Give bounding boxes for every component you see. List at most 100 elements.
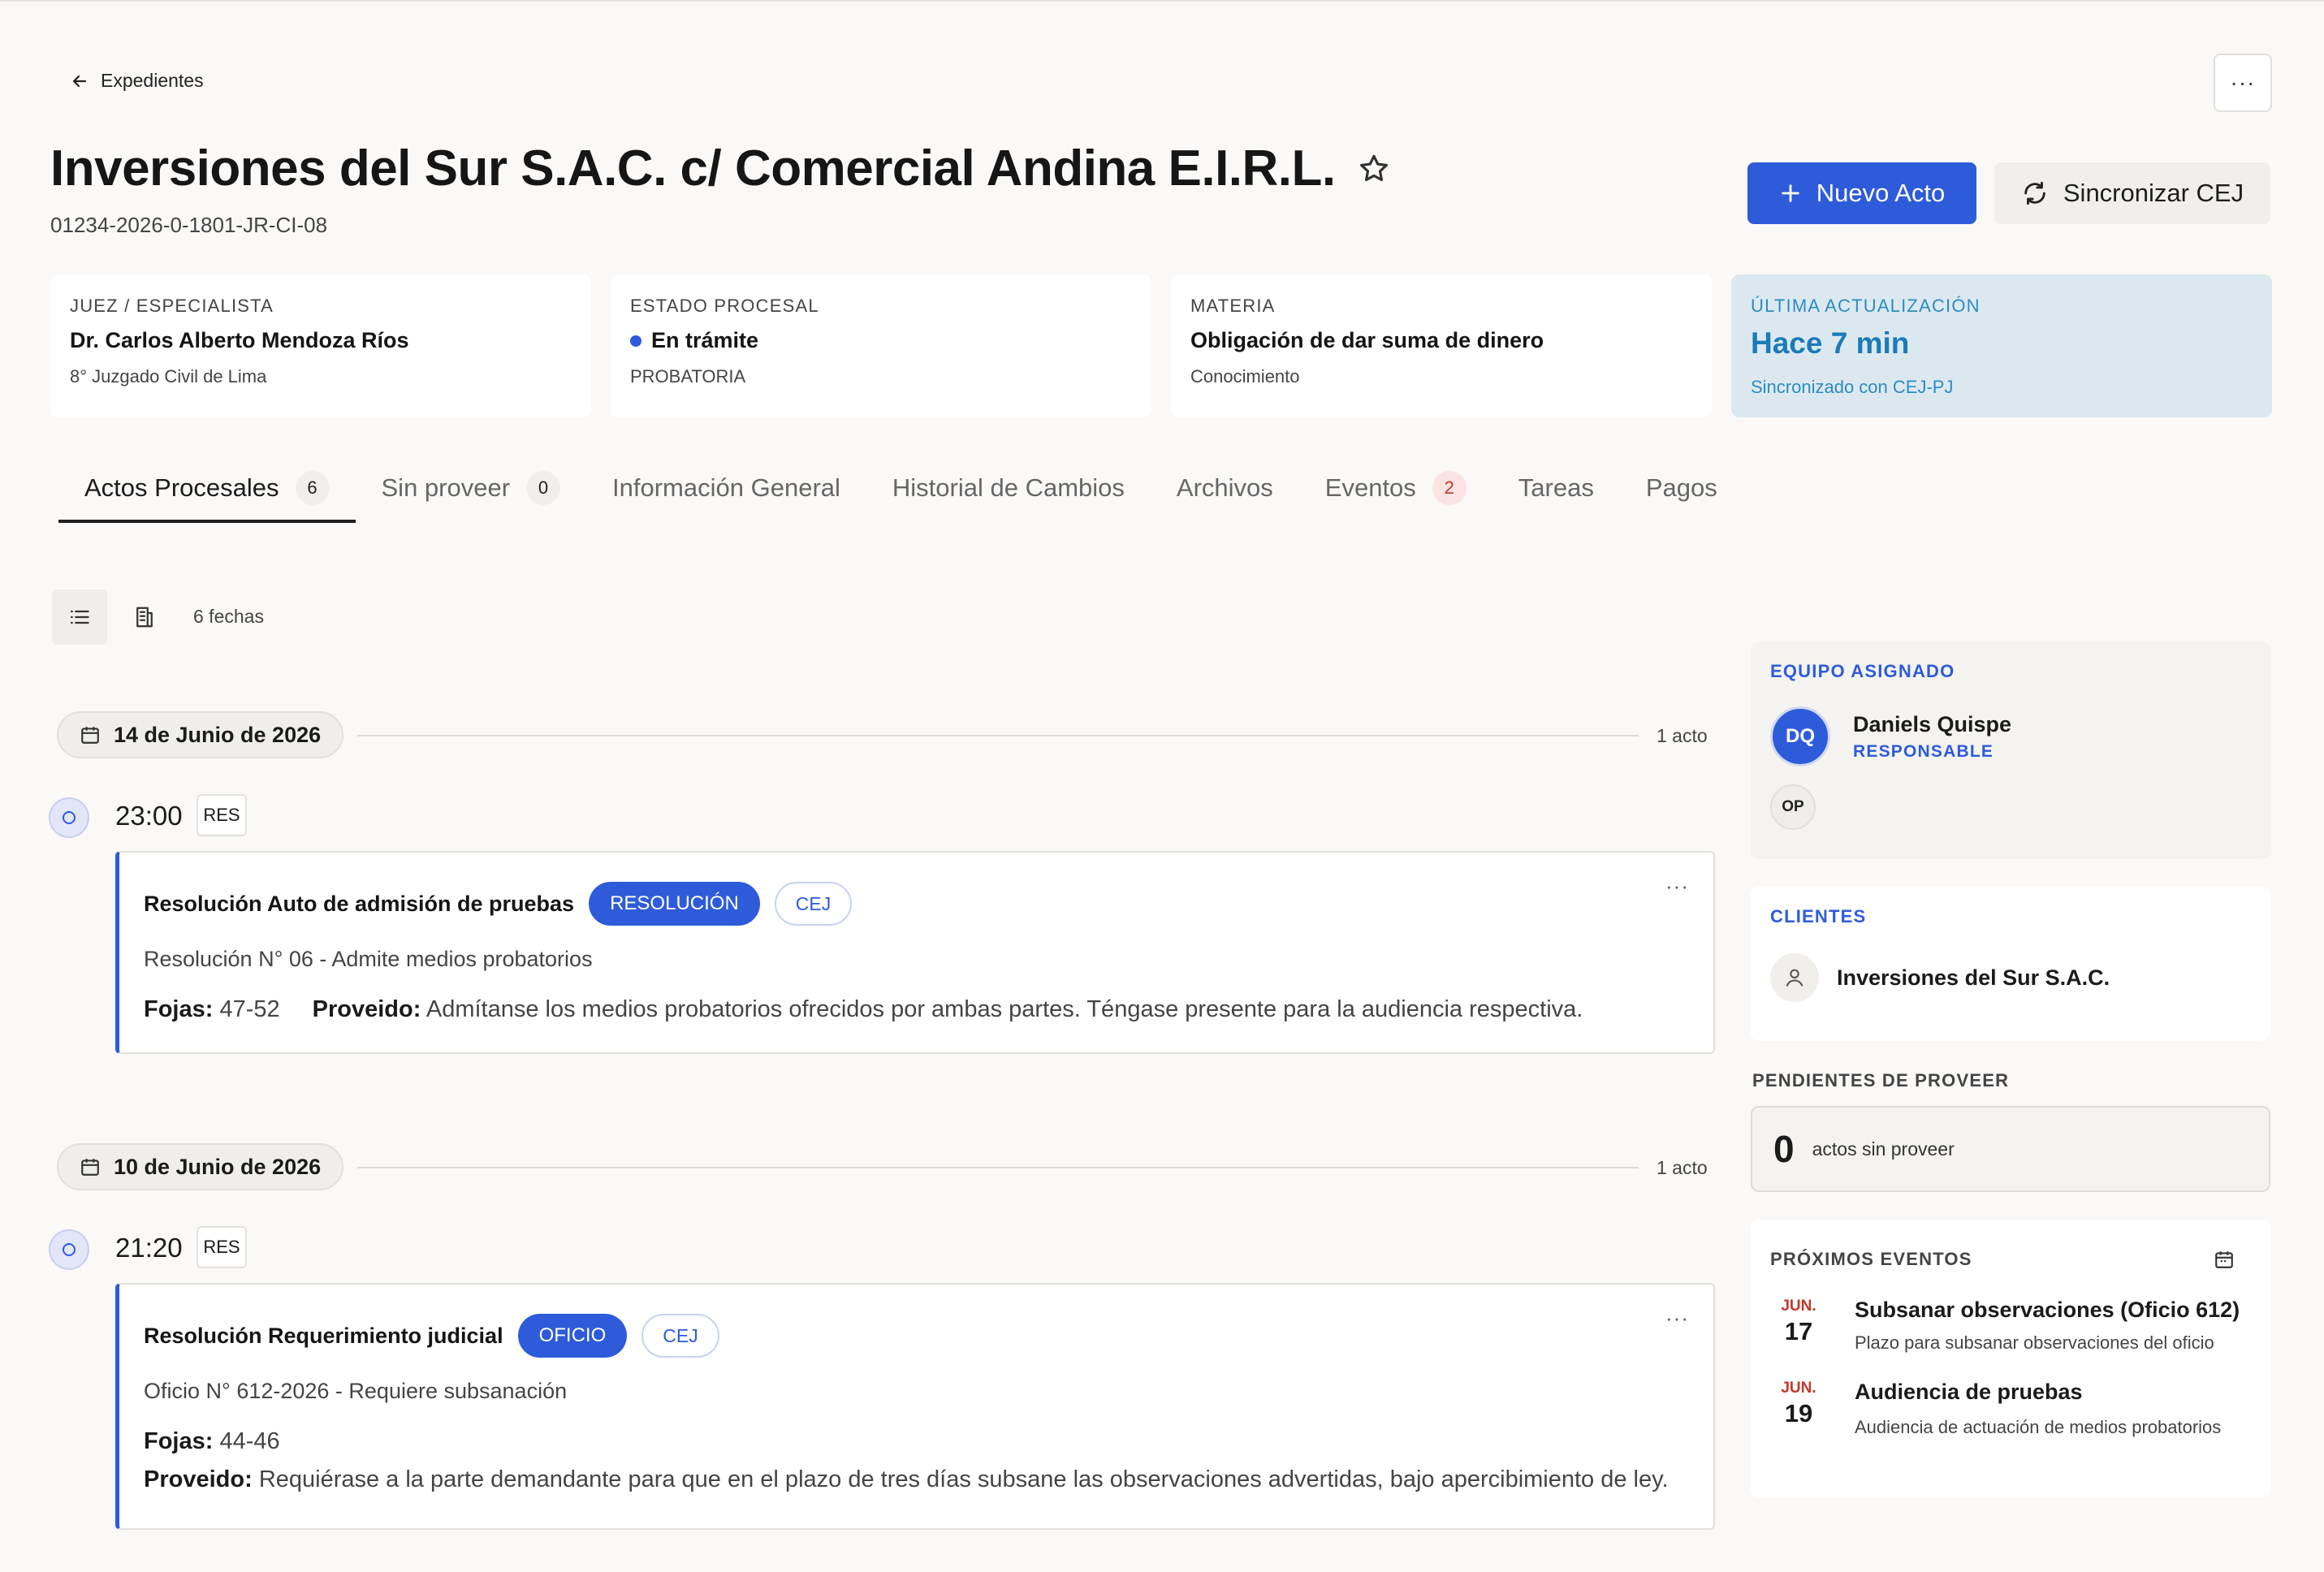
tab-tareas[interactable]: Tareas <box>1492 461 1620 515</box>
proveido-field: Proveido: Requiérase a la parte demandan… <box>144 1466 1669 1492</box>
page-title: Inversiones del Sur S.A.C. c/ Comercial … <box>50 140 1336 196</box>
act-more-button[interactable]: ··· <box>1665 1306 1689 1331</box>
calendar-icon[interactable] <box>2214 1249 2235 1270</box>
event-month: JUN. <box>1781 1380 1816 1397</box>
tab-label: Historial de Cambios <box>892 473 1125 502</box>
fojas-field: Fojas: 44-46 <box>144 1428 280 1454</box>
act-subtitle: Oficio N° 612-2026 - Requiere subsanació… <box>144 1379 568 1403</box>
node-circle-icon <box>63 1243 76 1256</box>
act-type-badge: RESOLUCIÓN <box>589 882 760 926</box>
state-card: ESTADO PROCESAL En trámite PROBATORIA <box>611 274 1151 417</box>
clients-card: CLIENTES Inversiones del Sur S.A.C. <box>1751 887 2270 1041</box>
tab-label: Actos Procesales <box>84 473 279 502</box>
node-circle-icon <box>63 811 76 824</box>
date-pill: 10 de Junio de 2026 <box>57 1143 344 1190</box>
calendar-icon <box>81 1159 99 1176</box>
last-update-value: Hace 7 min <box>1751 326 1910 360</box>
date-label: 14 de Junio de 2026 <box>114 722 322 747</box>
member-role: RESPONSABLE <box>1853 741 1994 761</box>
event-date: JUN. 17 <box>1770 1298 1827 1354</box>
user-icon <box>1770 953 1819 1002</box>
arrow-left-icon <box>72 75 87 87</box>
date-divider <box>357 735 1639 736</box>
event-item[interactable]: JUN. 19 Audiencia de pruebas Audiencia d… <box>1770 1380 2251 1440</box>
matter-value: Obligación de dar suma de dinero <box>1190 328 1544 352</box>
tab-badge: 6 <box>295 471 330 505</box>
new-act-label: Nuevo Acto <box>1816 179 1946 207</box>
refresh-icon <box>2024 181 2045 205</box>
act-title: Resolución Requerimiento judicial <box>144 1323 503 1348</box>
team-card: EQUIPO ASIGNADO DQ Daniels Quispe RESPON… <box>1751 641 2270 859</box>
tab-historial-cambios[interactable]: Historial de Cambios <box>866 461 1151 515</box>
source-badge: CEJ <box>774 882 853 926</box>
dates-count: 6 fechas <box>193 606 264 627</box>
events-label: PRÓXIMOS EVENTOS <box>1770 1249 1972 1269</box>
fojas-field: Fojas: 47-52 <box>144 996 280 1022</box>
sync-cej-button[interactable]: Sincronizar CEJ <box>1994 162 2270 224</box>
event-item[interactable]: JUN. 17 Subsanar observaciones (Oficio 6… <box>1770 1298 2251 1354</box>
team-label: EQUIPO ASIGNADO <box>1770 661 1955 681</box>
document-icon <box>136 607 153 628</box>
tab-label: Archivos <box>1176 473 1273 502</box>
act-count: 1 acto <box>1657 725 1708 746</box>
events-header: PRÓXIMOS EVENTOS <box>1770 1249 2251 1270</box>
proveido-field: Proveido: Admítanse los medios probatori… <box>312 996 1583 1022</box>
event-desc: Audiencia de actuación de medios probato… <box>1855 1417 2222 1437</box>
event-day: 17 <box>1784 1317 1813 1345</box>
judge-card: JUEZ / ESPECIALISTA Dr. Carlos Alberto M… <box>50 274 591 417</box>
state-label: ESTADO PROCESAL <box>630 296 819 316</box>
act-card[interactable]: Resolución Auto de admisión de pruebas R… <box>115 851 1715 1054</box>
more-options-button[interactable]: ··· <box>2214 54 2272 112</box>
tab-pagos[interactable]: Pagos <box>1620 461 1743 515</box>
act-tag: RES <box>197 794 247 836</box>
act-tag: RES <box>197 1226 247 1268</box>
new-act-button[interactable]: Nuevo Acto <box>1747 162 1976 224</box>
tab-bar: Actos Procesales 6 Sin proveer 0 Informa… <box>58 461 1743 523</box>
date-divider <box>357 1167 1639 1168</box>
event-title: Subsanar observaciones (Oficio 612) <box>1855 1298 2240 1322</box>
back-link[interactable]: Expedientes <box>70 70 204 92</box>
back-link-label: Expedientes <box>101 70 204 91</box>
tab-informacion-general[interactable]: Información General <box>586 461 866 515</box>
tab-eventos[interactable]: Eventos 2 <box>1299 461 1492 515</box>
date-pill: 14 de Junio de 2026 <box>57 711 344 758</box>
act-subtitle: Resolución N° 06 - Admite medios probato… <box>144 947 593 971</box>
sync-source: Sincronizado con CEJ-PJ <box>1751 377 1954 397</box>
source-badge: CEJ <box>641 1314 719 1358</box>
act-count: 1 acto <box>1657 1157 1708 1178</box>
tab-label: Tareas <box>1518 473 1594 502</box>
act-card[interactable]: Resolución Requerimiento judicial OFICIO… <box>115 1283 1715 1530</box>
last-update-label: ÚLTIMA ACTUALIZACIÓN <box>1751 296 1981 316</box>
event-day: 19 <box>1784 1399 1813 1427</box>
events-card: PRÓXIMOS EVENTOS JUN. 17 Subsanar observ… <box>1751 1220 2270 1497</box>
judge-value: Dr. Carlos Alberto Mendoza Ríos <box>70 328 409 352</box>
act-header: Resolución Auto de admisión de pruebas R… <box>144 882 1713 926</box>
avatar[interactable]: OP <box>1770 784 1816 830</box>
list-view-button[interactable] <box>52 590 107 645</box>
tab-sin-proveer[interactable]: Sin proveer 0 <box>356 461 587 515</box>
client-item[interactable]: Inversiones del Sur S.A.C. <box>1770 953 2251 1002</box>
pending-label: PENDIENTES DE PROVEER <box>1752 1070 2010 1090</box>
act-header: Resolución Requerimiento judicial OFICIO… <box>144 1314 1713 1358</box>
event-month: JUN. <box>1781 1298 1816 1315</box>
state-stage: PROBATORIA <box>630 366 746 387</box>
act-type-badge: OFICIO <box>517 1314 628 1358</box>
star-icon[interactable] <box>1357 152 1391 186</box>
tab-archivos[interactable]: Archivos <box>1151 461 1299 515</box>
act-more-button[interactable]: ··· <box>1665 874 1689 899</box>
pending-box[interactable]: 0 actos sin proveer <box>1751 1106 2270 1192</box>
team-member[interactable]: DQ Daniels Quispe RESPONSABLE <box>1770 706 2251 767</box>
tab-actos-procesales[interactable]: Actos Procesales 6 <box>58 461 356 523</box>
sync-cej-label: Sincronizar CEJ <box>2063 179 2244 207</box>
pending-count: 0 <box>1773 1128 1795 1170</box>
status-dot-icon <box>630 335 641 347</box>
calendar-icon <box>81 727 99 744</box>
tab-badge: 2 <box>1432 471 1467 505</box>
act-details: Fojas: 47-52 Proveido: Admítanse los med… <box>144 996 1713 1023</box>
document-view-button[interactable] <box>117 590 172 645</box>
case-number: 01234-2026-0-1801-JR-CI-08 <box>50 213 328 237</box>
matter-label: MATERIA <box>1190 296 1276 316</box>
tab-badge: 0 <box>526 471 561 505</box>
date-label: 10 de Junio de 2026 <box>114 1154 322 1179</box>
last-update-card: ÚLTIMA ACTUALIZACIÓN Hace 7 min Sincroni… <box>1731 274 2272 417</box>
